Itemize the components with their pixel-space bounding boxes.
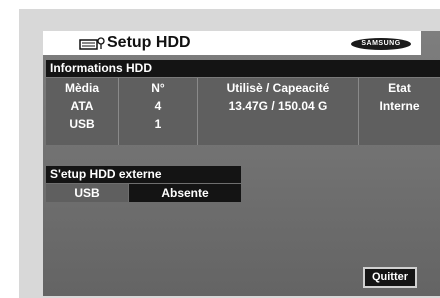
column-header: Utilisè / Capeacité (226, 81, 330, 95)
column-state: Etat Interne (359, 78, 440, 145)
external-section-heading: S'etup HDD externe (46, 166, 241, 183)
column-capacity: Utilisè / Capeacité 13.47G / 150.04 G (198, 78, 359, 145)
table-cell: Interne (379, 99, 420, 113)
quit-button[interactable]: Quitter (363, 267, 417, 288)
external-usb-row[interactable]: USB Absente (46, 184, 241, 202)
external-usb-label: USB (46, 184, 128, 202)
external-usb-status[interactable]: Absente (129, 184, 241, 202)
hdd-info-table: Mèdia ATA USB N° 4 1 Utilisè / Capeacité… (46, 78, 440, 145)
table-cell: 1 (154, 117, 162, 131)
column-header: N° (151, 81, 165, 95)
table-cell: 4 (154, 99, 162, 113)
table-cell: 13.47G / 150.04 G (228, 99, 328, 113)
page-title: Setup HDD (107, 34, 191, 51)
brand-logo: SAMSUNG (351, 38, 411, 50)
table-cell: USB (69, 117, 95, 131)
column-header: Mèdia (64, 81, 99, 95)
column-header: Etat (388, 81, 411, 95)
hdd-icon (79, 37, 105, 50)
column-number: N° 4 1 (119, 78, 198, 145)
column-media: Mèdia ATA USB (46, 78, 119, 145)
table-cell: ATA (70, 99, 94, 113)
title-bar: Setup HDD SAMSUNG (43, 31, 421, 55)
info-section-heading: Informations HDD (46, 60, 440, 77)
